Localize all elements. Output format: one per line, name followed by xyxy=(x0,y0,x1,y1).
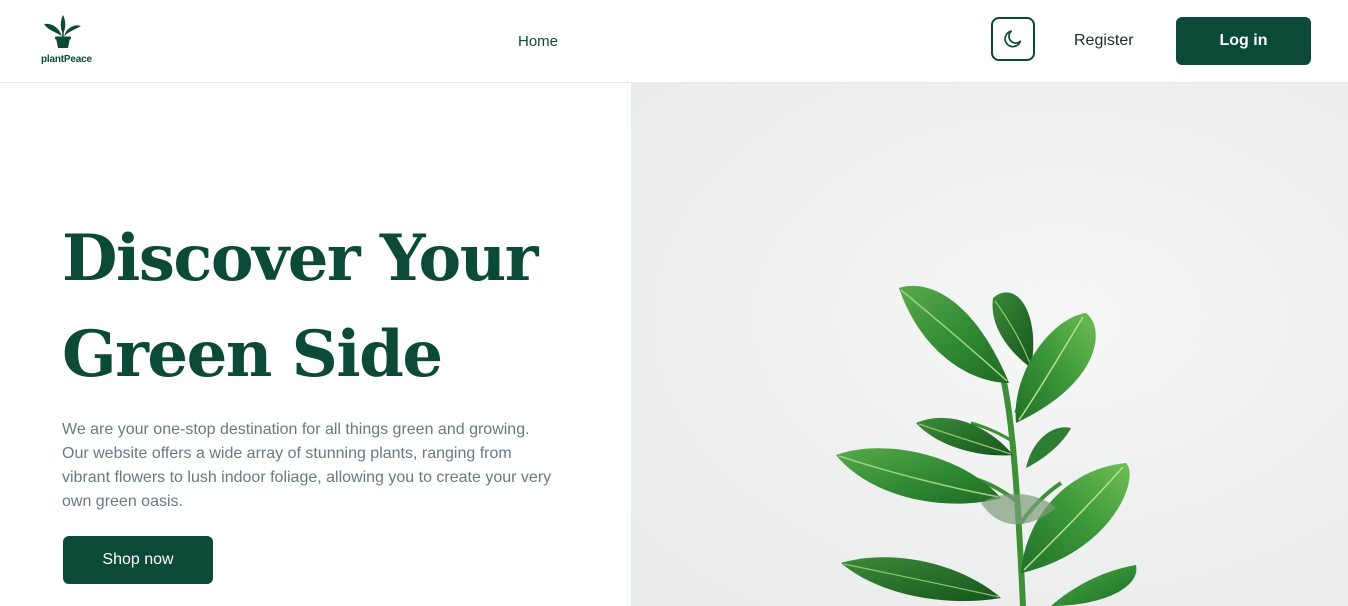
shop-now-button[interactable]: Shop now xyxy=(63,536,213,584)
plant-logo-icon xyxy=(44,15,81,48)
plant-illustration xyxy=(836,285,1137,606)
hero-title: Discover Your Green Side xyxy=(62,211,622,403)
site-header: plantPeace Home Register Log in xyxy=(0,0,1348,83)
nav-link-home[interactable]: Home xyxy=(518,32,558,52)
brand-name: plantPeace xyxy=(41,54,92,65)
hero-text-section: Discover Your Green Side We are your one… xyxy=(0,83,631,606)
register-link[interactable]: Register xyxy=(1074,31,1134,51)
brand-logo[interactable]: plantPeace xyxy=(40,14,92,68)
moon-icon xyxy=(1004,30,1022,48)
login-button[interactable]: Log in xyxy=(1176,17,1311,65)
hero-description: We are your one-stop destination for all… xyxy=(62,421,552,510)
hero-plant-image xyxy=(631,83,1348,606)
theme-toggle-button[interactable] xyxy=(991,17,1035,61)
hero-title-line-2: Green Side xyxy=(62,317,443,392)
hero-title-line-1: Discover Your xyxy=(62,221,538,296)
